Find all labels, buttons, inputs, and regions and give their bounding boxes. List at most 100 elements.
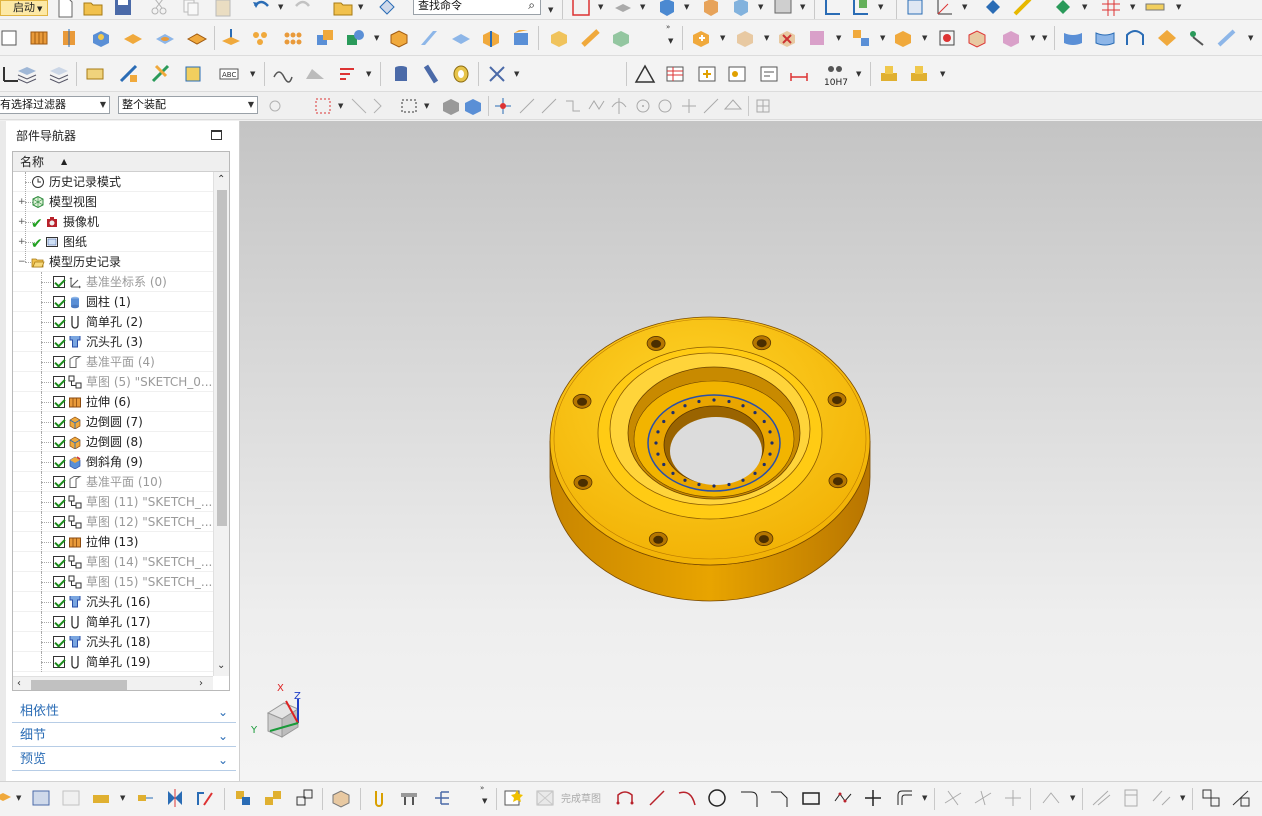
tree-row[interactable]: 基准平面 (4) [13, 352, 213, 372]
stack-layers-icon[interactable] [48, 63, 70, 85]
feature-checkbox[interactable] [53, 356, 65, 368]
surface-dropdown-icon[interactable]: ▼ [1248, 35, 1254, 42]
feature-checkbox[interactable] [53, 476, 65, 488]
move-component-icon[interactable] [892, 27, 914, 49]
new-component-icon[interactable] [734, 27, 756, 49]
relations-browser-icon[interactable] [1230, 787, 1252, 809]
scroll-right-icon[interactable]: › [199, 678, 203, 689]
through-curves-icon[interactable] [1094, 27, 1116, 49]
background-color-icon[interactable] [772, 0, 794, 18]
orient-dropdown-icon[interactable]: ▼ [640, 4, 646, 11]
copy-icon[interactable] [180, 0, 202, 18]
tree-row[interactable]: 倒斜角 (9) [13, 452, 213, 472]
feature-checkbox[interactable] [53, 456, 65, 468]
tree-row[interactable]: + ✔ 图纸 [13, 232, 213, 252]
offset-face-icon[interactable] [450, 27, 472, 49]
flange-model[interactable] [240, 121, 1262, 781]
feature-checkbox[interactable] [53, 656, 65, 668]
snap-endpoint-icon[interactable] [492, 95, 514, 117]
tree-row[interactable]: + 模型视图 [13, 192, 213, 212]
more-feature-icon[interactable]: » [666, 24, 672, 31]
feature-checkbox[interactable] [53, 416, 65, 428]
surface-tool-icon[interactable] [1062, 27, 1084, 49]
render-style-icon[interactable] [656, 0, 678, 18]
undo-dropdown-icon[interactable]: ▼ [278, 4, 284, 11]
save-icon[interactable] [112, 0, 134, 18]
circle-tool-icon[interactable] [706, 787, 728, 809]
expand-toggle-icon[interactable]: + [18, 218, 26, 227]
constrain-dropdown-icon[interactable]: ▼ [1180, 795, 1186, 802]
undo-icon[interactable] [250, 0, 272, 18]
move-object-icon[interactable] [194, 787, 216, 809]
render-dropdown-icon[interactable]: ▼ [684, 4, 690, 11]
feature-checkbox[interactable] [53, 616, 65, 628]
revolve-tool-icon[interactable] [58, 27, 80, 49]
type-filter-select[interactable]: 有选择过滤器 ▼ [0, 96, 110, 114]
tree-row[interactable]: 基准平面 (10) [13, 472, 213, 492]
snap-line-icon[interactable] [516, 95, 538, 117]
collapse-toggle-icon[interactable]: − [18, 258, 26, 267]
blend-tool-icon[interactable] [480, 27, 502, 49]
start-menu-button[interactable]: 启动 ▼ [0, 0, 48, 16]
snap-point-icon[interactable] [678, 95, 700, 117]
view-section-icon[interactable] [730, 0, 752, 18]
swept-tool-icon[interactable] [1124, 27, 1146, 49]
auto-constrain-icon[interactable] [1150, 787, 1172, 809]
weld-dropdown-icon[interactable]: ▼ [514, 71, 520, 78]
replace-dropdown-icon[interactable]: ▼ [836, 35, 842, 42]
deviation-icon[interactable] [336, 63, 358, 85]
constraint-body-icon[interactable] [232, 787, 254, 809]
select-face-icon[interactable] [462, 95, 484, 117]
cubes-tool-icon[interactable] [878, 63, 900, 85]
curve-dropdown-icon[interactable]: ▼ [922, 795, 928, 802]
wcs-icon[interactable] [934, 0, 956, 18]
select-box-icon[interactable] [312, 95, 334, 117]
constraint-dropdown-icon[interactable]: ▼ [880, 35, 886, 42]
tree-row[interactable]: 圆柱 (1) [13, 292, 213, 312]
panel-dependencies[interactable]: 相依性 ⌄ [12, 701, 236, 723]
surface-analysis-icon[interactable] [304, 63, 326, 85]
add-component-icon[interactable] [690, 27, 712, 49]
feature-checkbox[interactable] [53, 556, 65, 568]
snap-dropdown-icon[interactable]: ▼ [1082, 4, 1088, 11]
select-feature-icon[interactable] [370, 95, 392, 117]
tree-row[interactable]: 拉伸 (6) [13, 392, 213, 412]
vertical-scrollbar[interactable]: ⌃ ⌄ [213, 172, 229, 676]
new-file-icon[interactable] [54, 0, 76, 18]
dimension-tool-icon[interactable] [788, 63, 810, 85]
analysis-icon[interactable] [982, 0, 1004, 18]
layout-icon[interactable] [60, 787, 82, 809]
rect-select-dropdown-icon[interactable]: ▼ [424, 103, 430, 110]
feature-checkbox[interactable] [53, 516, 65, 528]
trim-body-icon[interactable] [548, 27, 570, 49]
command-finder-icon[interactable] [376, 0, 398, 18]
draft-tool-icon[interactable] [418, 27, 440, 49]
grid-dropdown-icon[interactable]: ▼ [1130, 4, 1136, 11]
package-icon[interactable] [330, 787, 352, 809]
fit-dropdown-icon[interactable]: ▼ [598, 4, 604, 11]
tree-row[interactable]: 边倒圆 (8) [13, 432, 213, 452]
select-chain-icon[interactable] [348, 95, 370, 117]
feature-checkbox[interactable] [53, 596, 65, 608]
extrude-tool-icon[interactable] [28, 27, 50, 49]
snap-center-icon[interactable] [632, 95, 654, 117]
subtract-tool-icon[interactable] [344, 27, 366, 49]
view-add-icon[interactable] [696, 63, 718, 85]
tree-row[interactable]: 草图 (5) "SKETCH_0... [13, 372, 213, 392]
tree-row[interactable]: 基准坐标系 (0) [13, 272, 213, 292]
array-dropdown-icon[interactable]: ▼ [1030, 35, 1036, 42]
scroll-up-icon[interactable]: ⌃ [217, 174, 225, 185]
trim-curve-icon[interactable] [942, 787, 964, 809]
select-body-icon[interactable] [440, 95, 462, 117]
sketch-plane-icon[interactable] [0, 787, 14, 809]
search-icon[interactable]: ⌕ [528, 0, 535, 13]
feature-checkbox[interactable] [53, 336, 65, 348]
chamfer-sketch-icon[interactable] [768, 787, 790, 809]
abc-tool-icon[interactable]: ABC [218, 63, 240, 85]
maximize-icon[interactable] [211, 130, 222, 140]
feature-checkbox[interactable] [53, 296, 65, 308]
sketch-tool-icon[interactable] [0, 27, 22, 49]
open-recent-icon[interactable] [332, 0, 354, 18]
split-body-icon[interactable] [580, 27, 602, 49]
filter-settings-icon[interactable] [264, 95, 286, 117]
